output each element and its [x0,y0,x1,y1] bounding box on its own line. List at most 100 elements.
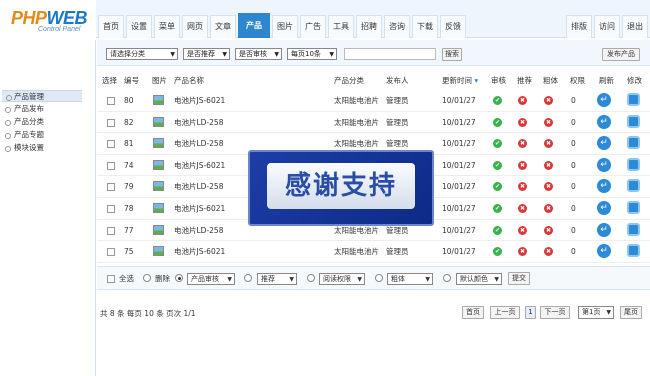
last-page-button[interactable]: 尾页 [620,306,642,319]
review-select[interactable]: 是否审核 [235,48,282,60]
sidebar-item-4[interactable]: 模块设置 [5,142,44,154]
edit-icon[interactable] [627,244,640,258]
recommend-radio[interactable] [244,274,252,282]
recommend-no-icon[interactable]: ✖ [518,139,527,149]
bold-no-icon[interactable]: ✖ [544,182,553,192]
bold-no-icon[interactable]: ✖ [544,247,553,257]
row-checkbox[interactable] [107,183,115,192]
tab-0[interactable]: 首页 [98,15,124,38]
first-page-button[interactable]: 首页 [462,306,484,319]
tab-10[interactable]: 咨询 [384,15,410,38]
row-name[interactable]: 电池片LD-258 [174,117,223,129]
recommend-no-icon[interactable]: ✖ [518,96,527,105]
tab-3[interactable]: 网页 [182,15,208,38]
refresh-icon[interactable]: ↵ [597,157,611,172]
recommend-no-icon[interactable]: ✖ [518,117,527,127]
image-icon[interactable] [153,138,164,149]
delete-radio[interactable] [143,274,151,282]
recommend-no-icon[interactable]: ✖ [518,160,527,170]
row-name[interactable]: 电池片LD-258 [174,225,223,237]
edit-icon[interactable] [627,93,640,106]
row-checkbox[interactable] [107,205,115,213]
prev-page-button[interactable]: 上一页 [490,306,520,319]
refresh-icon[interactable]: ↵ [597,136,611,151]
bold-no-icon[interactable]: ✖ [544,139,553,149]
bold-action-select[interactable]: 粗体 [387,273,433,285]
bold-no-icon[interactable]: ✖ [544,96,553,105]
top-right-tab-1[interactable]: 访问 [594,15,620,38]
tab-9[interactable]: 招聘 [356,15,382,38]
row-name[interactable]: 电池片JS-6021 [174,95,225,107]
category-select[interactable]: 请选择分类 [106,48,178,60]
publish-product-button[interactable]: 发布产品 [602,48,640,61]
row-checkbox[interactable] [107,161,115,170]
refresh-icon[interactable]: ↵ [597,93,611,107]
image-icon[interactable] [153,246,164,257]
edit-icon[interactable] [627,222,640,236]
row-name[interactable]: 电池片LD-258 [174,181,223,193]
recommend-action-select[interactable]: 推荐 [257,273,297,285]
recommend-no-icon[interactable]: ✖ [518,204,527,213]
refresh-icon[interactable]: ↵ [597,114,611,129]
refresh-icon[interactable]: ↵ [597,179,611,194]
refresh-icon[interactable]: ↵ [597,244,611,259]
image-icon[interactable] [153,95,164,105]
review-radio[interactable] [175,274,183,282]
permission-action-select[interactable]: 阅读权限 [319,273,365,285]
perpage-select[interactable]: 每页10条 [287,48,337,60]
search-input[interactable] [344,48,436,60]
row-checkbox[interactable] [107,248,115,257]
tab-2[interactable]: 菜单 [154,15,180,38]
sidebar-item-1[interactable]: 产品发布 [5,103,44,115]
recommend-no-icon[interactable]: ✖ [518,182,527,192]
review-ok-icon[interactable]: ✔ [493,160,502,170]
review-ok-icon[interactable]: ✔ [493,225,502,235]
top-right-tab-2[interactable]: 退出 [622,15,648,38]
row-checkbox[interactable] [107,226,115,235]
page-select[interactable]: 第1页 [578,306,614,319]
edit-icon[interactable] [627,201,640,214]
review-ok-icon[interactable]: ✔ [493,96,502,105]
tab-1[interactable]: 设置 [126,15,152,38]
review-ok-icon[interactable]: ✔ [493,204,502,213]
edit-icon[interactable] [627,136,640,150]
edit-icon[interactable] [627,157,640,171]
bold-no-icon[interactable]: ✖ [544,225,553,235]
recommend-no-icon[interactable]: ✖ [518,247,527,257]
review-ok-icon[interactable]: ✔ [493,139,502,149]
refresh-icon[interactable]: ↵ [597,222,611,237]
row-name[interactable]: 电池片JS-6021 [174,160,225,172]
image-icon[interactable] [153,224,164,235]
row-name[interactable]: 电池片JS-6021 [174,246,225,258]
image-icon[interactable] [153,203,164,213]
th-time[interactable]: 更新时间 ▾ [442,75,478,87]
image-icon[interactable] [153,159,164,170]
color-radio[interactable] [443,274,451,282]
review-action-select[interactable]: 产品审核 [187,273,235,285]
sidebar-item-3[interactable]: 产品专题 [5,129,44,141]
tab-4[interactable]: 文章 [210,15,236,38]
sidebar-item-0[interactable]: 产品管理 [2,90,82,102]
permission-radio[interactable] [307,274,315,282]
recommend-no-icon[interactable]: ✖ [518,225,527,235]
bold-radio[interactable] [375,274,383,282]
row-name[interactable]: 电池片JS-6021 [174,203,225,215]
tab-5[interactable]: 产品 [238,13,270,38]
tab-11[interactable]: 下载 [412,15,438,38]
edit-icon[interactable] [627,179,640,193]
top-right-tab-0[interactable]: 排版 [566,15,592,38]
row-name[interactable]: 电池片LD-258 [174,138,223,150]
row-checkbox[interactable] [107,140,115,149]
row-checkbox[interactable] [107,118,115,127]
review-ok-icon[interactable]: ✔ [493,182,502,192]
edit-icon[interactable] [627,114,640,128]
refresh-icon[interactable]: ↵ [597,201,611,215]
image-icon[interactable] [153,116,164,127]
bold-no-icon[interactable]: ✖ [544,117,553,127]
bold-no-icon[interactable]: ✖ [544,160,553,170]
image-icon[interactable] [153,181,164,192]
tab-7[interactable]: 广告 [300,15,326,38]
review-ok-icon[interactable]: ✔ [493,117,502,127]
recommend-select[interactable]: 是否推荐 [183,48,230,60]
color-action-select[interactable]: 默认颜色 [456,273,502,285]
